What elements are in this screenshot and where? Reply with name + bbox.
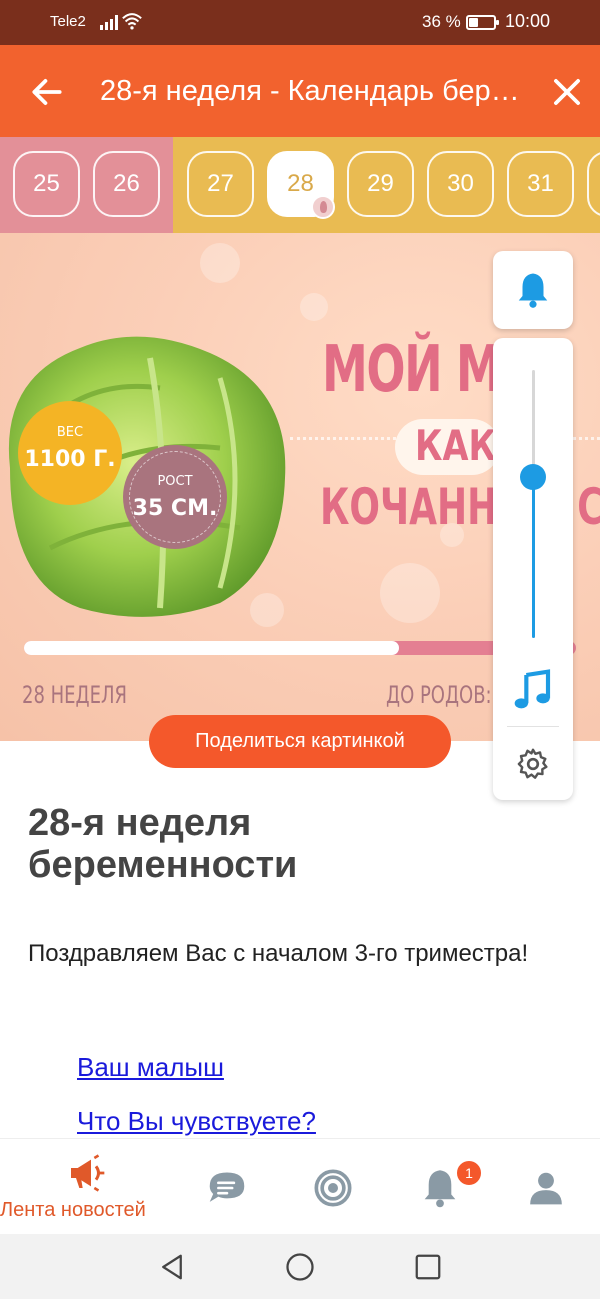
recents-square-icon[interactable]	[413, 1252, 443, 1282]
banner-headline-2: КАК	[415, 421, 496, 470]
pregnancy-avatar-icon	[311, 195, 335, 219]
weight-label: ВЕС	[56, 425, 84, 440]
weight-value: 1100 Г.	[24, 447, 116, 472]
sound-control-panel	[493, 338, 573, 800]
page-title: 28-я неделя - Календарь беременности	[100, 75, 520, 107]
system-navigation-bar	[0, 1234, 600, 1299]
height-badge: РОСТ 35 СМ.	[123, 445, 227, 549]
nav-notifications[interactable]	[400, 1139, 480, 1235]
close-icon[interactable]	[548, 73, 586, 111]
megaphone-icon	[71, 1154, 105, 1192]
bell-icon[interactable]	[515, 270, 551, 310]
week-28-label: 28	[287, 170, 314, 197]
back-triangle-icon[interactable]	[157, 1252, 187, 1282]
link-what-you-feel[interactable]: Что Вы чувствуете?	[77, 1106, 316, 1137]
volume-slider-thumb[interactable]	[520, 464, 546, 491]
banner-until-birth-text: ДО РОДОВ: 1	[386, 681, 509, 709]
music-note-icon[interactable]	[513, 668, 553, 712]
weight-badge: ВЕС 1100 Г.	[18, 401, 122, 505]
week-25-button[interactable]: 25	[13, 151, 80, 217]
home-circle-icon[interactable]	[285, 1252, 315, 1282]
bell-icon	[424, 1170, 456, 1208]
share-image-button[interactable]: Поделиться картинкой	[149, 715, 451, 768]
nav-news-feed-label: Лента новостей	[0, 1199, 146, 1221]
height-label: РОСТ	[157, 474, 193, 489]
battery-level-fill	[469, 18, 478, 27]
app-bar: 28-я неделя - Календарь беременности	[0, 45, 600, 137]
nav-target[interactable]	[295, 1139, 375, 1235]
bokeh-decoration	[200, 243, 240, 283]
week-27-button[interactable]: 27	[187, 151, 254, 217]
signal-icon	[100, 14, 118, 30]
notification-badge: 1	[455, 1159, 483, 1187]
week-32-button-partial[interactable]	[587, 151, 600, 217]
article-intro: Поздравляем Вас с началом 3-го триместра…	[28, 940, 529, 967]
week-31-button[interactable]: 31	[507, 151, 574, 217]
profile-icon	[530, 1172, 562, 1205]
bokeh-decoration	[300, 293, 328, 321]
link-your-baby[interactable]: Ваш малыш	[77, 1052, 224, 1083]
week-26-button[interactable]: 26	[93, 151, 160, 217]
week-selector: 25 26 27 28 29 30 31	[0, 137, 600, 233]
status-bar: Tele2 36 % 10:00	[0, 0, 600, 45]
pregnancy-progress-fill	[24, 641, 400, 655]
target-icon	[314, 1169, 352, 1207]
banner-week-text: 28 НЕДЕЛЯ	[22, 681, 128, 709]
height-value: 35 СМ.	[132, 496, 218, 521]
carrier-name: Tele2	[50, 13, 86, 30]
week-29-button[interactable]: 29	[347, 151, 414, 217]
bokeh-decoration	[380, 563, 440, 623]
nav-profile[interactable]	[505, 1139, 585, 1235]
week-28-button[interactable]: 28	[267, 151, 335, 219]
clock: 10:00	[505, 11, 551, 31]
notification-panel	[493, 251, 573, 329]
battery-percent: 36 %	[422, 12, 461, 31]
nav-chat[interactable]	[190, 1139, 270, 1235]
volume-slider-fill	[532, 477, 535, 638]
gear-icon[interactable]	[515, 746, 551, 782]
back-arrow-icon[interactable]	[28, 73, 66, 111]
bottom-navigation: Лента новостей 1	[0, 1138, 600, 1234]
battery-icon	[466, 15, 499, 30]
panel-divider	[507, 726, 559, 727]
nav-news-feed[interactable]: Лента новостей	[0, 1139, 175, 1235]
wifi-icon	[122, 13, 142, 30]
chat-icon	[209, 1172, 245, 1202]
week-30-button[interactable]: 30	[427, 151, 494, 217]
article-title: 28-я неделя беременности	[28, 802, 298, 886]
